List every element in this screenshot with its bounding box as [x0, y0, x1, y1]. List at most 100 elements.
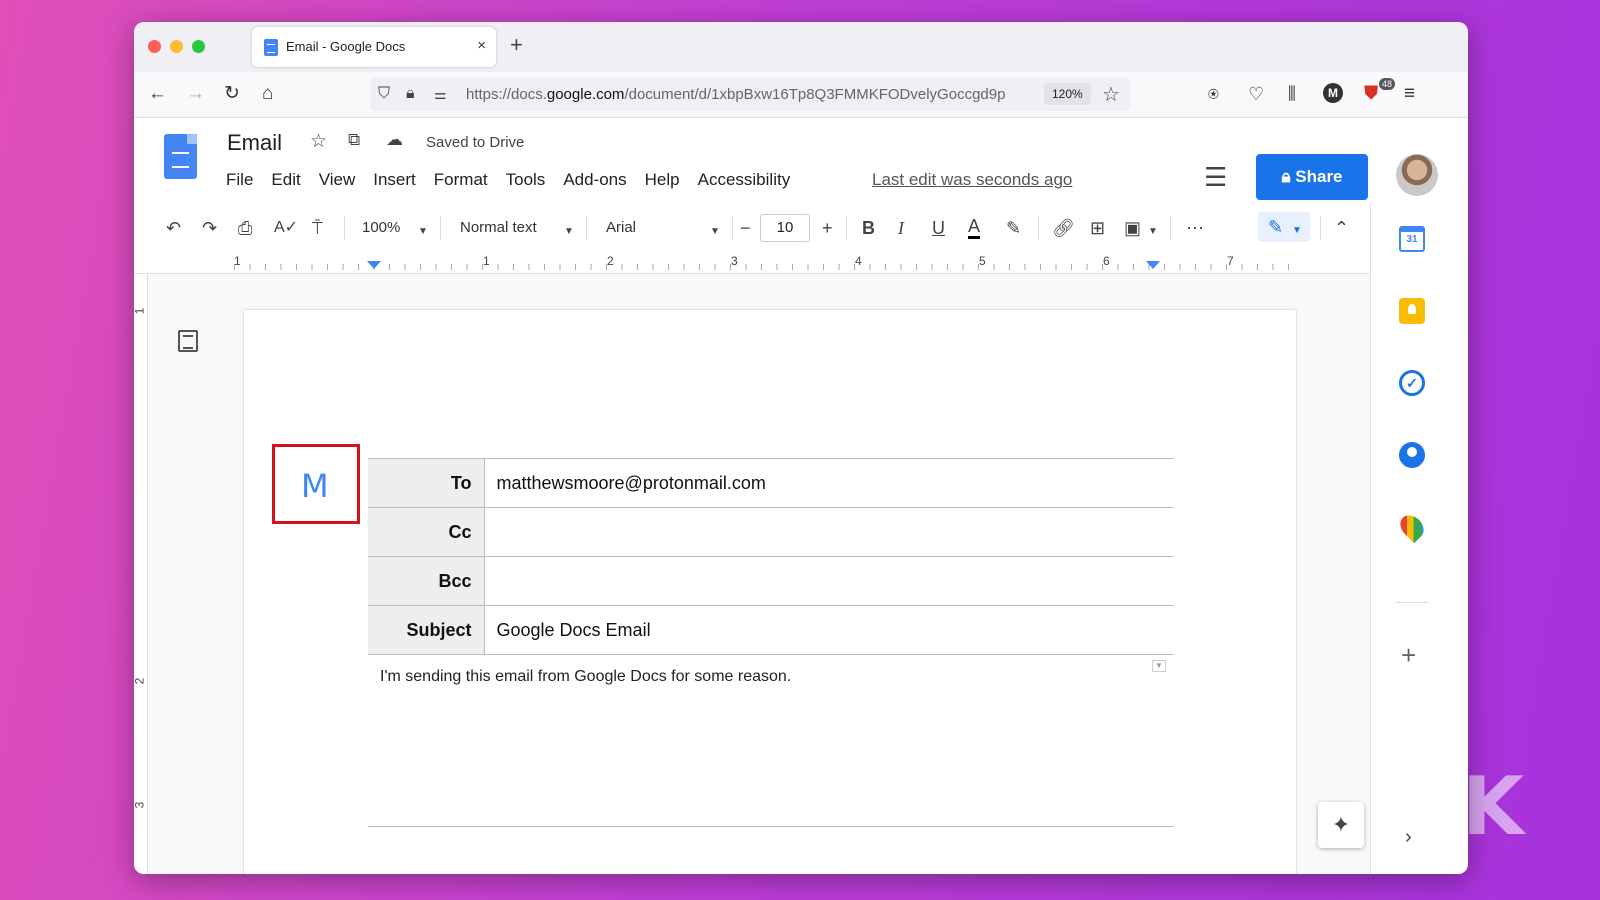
library-icon[interactable]: ⫼: [1288, 82, 1296, 106]
share-button[interactable]: 🔒︎ Share: [1256, 154, 1368, 200]
vruler-number: 2: [134, 678, 146, 685]
toolbar-divider: [1320, 216, 1321, 240]
insert-image-icon[interactable]: ▣: [1124, 217, 1141, 239]
url-text[interactable]: https://docs.google.com/document/d/1xbpB…: [466, 86, 1046, 103]
menu-file[interactable]: File: [226, 170, 262, 190]
right-indent-marker[interactable]: [1146, 261, 1160, 269]
reload-icon[interactable]: ↻: [224, 82, 240, 106]
menu-help[interactable]: Help: [636, 170, 689, 190]
maps-icon[interactable]: [1395, 510, 1429, 544]
image-dropdown-icon[interactable]: ▼: [1148, 221, 1158, 243]
text-color-icon[interactable]: A: [968, 217, 981, 239]
style-dropdown-icon[interactable]: ▼: [564, 221, 574, 243]
bcc-field[interactable]: [484, 556, 1174, 606]
redo-icon[interactable]: ↷: [202, 217, 217, 239]
maximize-window-button[interactable]: [192, 40, 205, 53]
horizontal-ruler: 1 1 2 3 4 5 6 7: [134, 252, 1370, 274]
move-folder-icon[interactable]: ⧉: [348, 130, 360, 150]
to-field[interactable]: matthewsmoore@protonmail.com: [484, 458, 1174, 508]
lock-icon[interactable]: 🔒︎: [406, 84, 415, 104]
zoom-dropdown-icon[interactable]: ▼: [418, 221, 428, 243]
bold-icon[interactable]: B: [862, 217, 875, 239]
tab-strip: Email - Google Docs × +: [134, 22, 1468, 72]
gmail-send-button[interactable]: M: [272, 444, 360, 524]
highlight-pen-icon[interactable]: ✎: [1006, 217, 1021, 239]
print-icon[interactable]: ⎙: [238, 217, 252, 239]
collapse-menus-icon[interactable]: ⌃: [1334, 217, 1349, 239]
field-label: Subject: [368, 605, 485, 655]
decrease-font-size-icon[interactable]: −: [740, 217, 751, 239]
zoom-level-badge[interactable]: 120%: [1044, 83, 1091, 105]
permissions-icon[interactable]: ⚌: [434, 84, 447, 104]
menu-format[interactable]: Format: [425, 170, 497, 190]
comment-history-icon[interactable]: ☰: [1204, 162, 1227, 193]
pocket-save-icon[interactable]: ⍟: [1208, 82, 1219, 106]
left-indent-marker[interactable]: [367, 261, 381, 269]
forward-arrow-icon[interactable]: →: [186, 82, 205, 106]
undo-icon[interactable]: ↶: [166, 217, 181, 239]
docs-logo-icon[interactable]: [164, 134, 197, 179]
hide-panel-chevron-icon[interactable]: ›: [1405, 826, 1412, 849]
calendar-icon[interactable]: 31: [1399, 226, 1425, 252]
document-page[interactable]: M To matthewsmoore@protonmail.com Cc Bcc…: [244, 310, 1296, 874]
pocket-icon[interactable]: ♡: [1248, 82, 1264, 106]
more-options-icon[interactable]: ⋯: [1186, 217, 1204, 239]
toolbar-divider: [1170, 216, 1171, 240]
email-body[interactable]: I'm sending this email from Google Docs …: [380, 668, 791, 686]
tasks-icon[interactable]: ✓: [1399, 370, 1425, 396]
underline-icon[interactable]: U: [932, 217, 945, 239]
bookmark-star-icon[interactable]: ☆: [1102, 82, 1120, 107]
field-label: Bcc: [368, 556, 485, 606]
cloud-saved-icon[interactable]: ☁: [386, 130, 403, 150]
paragraph-style-select[interactable]: Normal text: [460, 219, 537, 236]
minimize-window-button[interactable]: [170, 40, 183, 53]
increase-font-size-icon[interactable]: +: [822, 217, 833, 239]
star-icon[interactable]: ☆: [310, 130, 327, 153]
user-avatar[interactable]: [1396, 154, 1438, 196]
menu-insert[interactable]: Insert: [364, 170, 425, 190]
home-icon[interactable]: ⌂: [262, 82, 273, 106]
toolbar-divider: [440, 216, 441, 240]
italic-icon[interactable]: I: [898, 217, 904, 239]
url-bar[interactable]: ⛉ 🔒︎ ⚌ https://docs.google.com/document/…: [370, 77, 1130, 111]
new-tab-button[interactable]: +: [510, 33, 523, 57]
profile-avatar[interactable]: M: [1323, 83, 1343, 103]
get-addons-plus-icon[interactable]: +: [1401, 640, 1416, 671]
paint-format-icon[interactable]: ⍑: [312, 217, 323, 239]
font-size-input[interactable]: 10: [760, 214, 810, 242]
hamburger-menu-icon[interactable]: ≡: [1404, 82, 1415, 106]
font-select[interactable]: Arial: [606, 219, 636, 236]
email-row-cc: Cc: [368, 507, 1174, 557]
contacts-icon[interactable]: [1399, 442, 1425, 468]
document-outline-icon[interactable]: [178, 330, 198, 352]
menu-addons[interactable]: Add-ons: [554, 170, 635, 190]
spellcheck-icon[interactable]: A✓: [274, 217, 298, 239]
last-edit-link[interactable]: Last edit was seconds ago: [872, 170, 1072, 190]
explore-icon[interactable]: ✦: [1318, 802, 1364, 848]
document-title[interactable]: Email: [227, 130, 282, 156]
back-arrow-icon[interactable]: ←: [148, 82, 167, 106]
tab-close-icon[interactable]: ×: [477, 37, 486, 54]
shield-icon[interactable]: ⛉: [378, 84, 390, 104]
menu-accessibility[interactable]: Accessibility: [689, 170, 800, 190]
menu-tools[interactable]: Tools: [497, 170, 555, 190]
email-row-subject: Subject Google Docs Email: [368, 605, 1174, 655]
keep-icon[interactable]: [1399, 298, 1425, 324]
toolbar-divider: [344, 216, 345, 240]
email-draft-table: To matthewsmoore@protonmail.com Cc Bcc S…: [368, 458, 1174, 655]
insert-link-icon[interactable]: 🔗︎: [1052, 217, 1075, 239]
cc-field[interactable]: [484, 507, 1174, 557]
add-comment-icon[interactable]: ⊞: [1090, 217, 1105, 239]
menu-edit[interactable]: Edit: [262, 170, 309, 190]
building-block-dropdown-icon[interactable]: ▼: [1152, 660, 1166, 672]
subject-field[interactable]: Google Docs Email: [484, 605, 1174, 655]
zoom-select[interactable]: 100%: [362, 219, 400, 236]
ublock-shield-icon[interactable]: ⛊: [1364, 82, 1378, 106]
menu-view[interactable]: View: [310, 170, 365, 190]
toolbar-divider: [732, 216, 733, 240]
editing-mode-button[interactable]: ✎ ▼: [1258, 212, 1310, 242]
vruler-number: 1: [134, 308, 146, 315]
browser-tab[interactable]: Email - Google Docs ×: [252, 27, 496, 67]
font-dropdown-icon[interactable]: ▼: [710, 221, 720, 243]
close-window-button[interactable]: [148, 40, 161, 53]
